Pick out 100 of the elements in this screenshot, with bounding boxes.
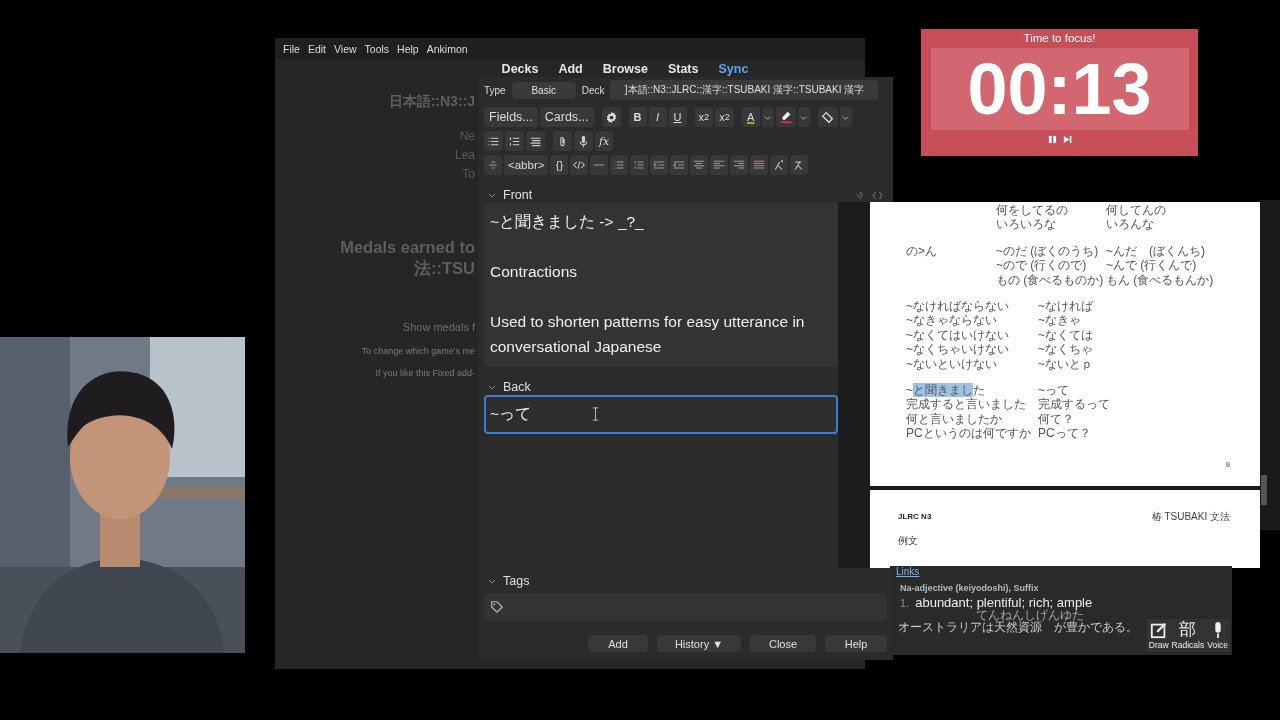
settings-button[interactable] (601, 107, 621, 127)
formula-button[interactable]: fx (595, 131, 614, 151)
note-type-button[interactable]: Basic (511, 81, 576, 99)
caret-icon (800, 113, 808, 121)
collapse-icon[interactable] (488, 577, 496, 585)
furigana: ゆた (1060, 610, 1084, 621)
table-cell-text: ~なければならない (906, 299, 1010, 314)
numbered-list-icon[interactable] (505, 131, 524, 151)
highlighter-icon (778, 110, 793, 124)
bold-button[interactable]: B (628, 107, 647, 127)
draw-button[interactable]: Draw (1147, 621, 1170, 650)
table-cell-text: PCというのは何ですか (906, 426, 1032, 441)
table-cell-text: ~んだ (ぼくんち) (1106, 243, 1206, 259)
example-sentence: オーストラリアは天然資源 が豊かである。 (898, 621, 1138, 634)
section-heading: 例文 (898, 533, 919, 548)
menu-item[interactable]: Tools (364, 42, 390, 55)
table-cell-text: 何をしてるの (996, 203, 1069, 218)
nav-tab[interactable]: Stats (667, 62, 699, 81)
deck-button[interactable]: ]本語::N3::JLRC::漢字::TSUBAKI 漢字::TSUBAKI 漢字 (610, 80, 879, 100)
paperclip-icon[interactable] (553, 131, 572, 151)
table-cell-text: ~ので (行くので) (996, 258, 1088, 273)
table-cell-text: ~と聞きまし た (906, 383, 986, 398)
justify-icon[interactable] (750, 155, 769, 175)
caret-icon (764, 113, 772, 121)
nav-tab[interactable]: Sync (718, 62, 749, 81)
nav-tab[interactable]: Browse (602, 62, 648, 81)
code-icon[interactable] (872, 190, 883, 200)
dialog-button[interactable]: History ▼ (657, 635, 741, 652)
table-cell-text: ~なければ (1038, 299, 1094, 314)
bullet-list-icon[interactable] (484, 131, 503, 151)
tags-field[interactable] (484, 593, 887, 621)
voice-button[interactable]: Voice (1206, 621, 1229, 650)
scrollbar[interactable] (1260, 200, 1280, 530)
table-cell-text: PCって？ (1038, 426, 1092, 441)
ruby-remove-icon[interactable] (790, 155, 809, 175)
collapse-icon[interactable] (488, 383, 496, 391)
page-header: JLRC N3 (898, 512, 932, 522)
table-cell-text: 何してんの (1106, 203, 1167, 218)
underline-button[interactable]: U (668, 107, 687, 127)
menu-item[interactable]: File (283, 42, 300, 55)
dialog-button[interactable]: Add (588, 635, 648, 652)
field-text: ~って (490, 404, 532, 424)
cards-button[interactable]: Cards... (539, 107, 594, 127)
table-cell-text: ~って (1038, 383, 1070, 398)
microphone-icon (1213, 621, 1222, 639)
field-editor[interactable]: ~と聞きました -> _?_ Contractions Used to shorten patterns for easy utterance in conversational Japanese (484, 203, 838, 367)
table-cell-text: の>ん (906, 243, 938, 259)
gloss-text: abundant; plentiful; rich; ample (915, 595, 1093, 610)
tag-icon (490, 600, 504, 614)
table-cell-text: 何と言いましたか (906, 411, 1003, 427)
field-text: conversational Japanese (490, 337, 662, 357)
table-cell-text: ~なくちゃ (1038, 342, 1094, 357)
pause-icon[interactable] (1047, 135, 1057, 144)
align-icon[interactable] (526, 131, 545, 151)
align-center-icon[interactable] (690, 155, 709, 175)
part-of-speech: Na-adjective (keiyodoshi), Suffix (900, 583, 1040, 593)
nav-tab[interactable]: Add (558, 62, 583, 81)
microphone-icon[interactable] (574, 131, 593, 151)
table-cell-text: 完成すると言いました (906, 397, 1027, 412)
sense-number: 1. (900, 597, 910, 609)
field-editor[interactable]: ~って (484, 395, 838, 434)
outdent-icon[interactable] (670, 155, 689, 175)
nav-tab[interactable]: Decks (501, 62, 539, 81)
note-text: If you like this Fixed add- (375, 368, 475, 378)
ruby-icon[interactable] (770, 155, 789, 175)
table-cell-text: いろいろな (996, 217, 1057, 232)
radicals-button[interactable]: 部 Radicals (1170, 621, 1206, 650)
text-color-button[interactable]: A (741, 107, 760, 127)
table-cell-text: 完成するって (1038, 397, 1111, 412)
deck-title: 日本語::N3::J (388, 93, 475, 111)
field-text: Contractions (490, 262, 577, 282)
table-cell-text: もの (食べるものか) (996, 272, 1105, 288)
align-right-icon[interactable] (730, 155, 749, 175)
menu-item[interactable]: Help (397, 42, 419, 55)
menu-item[interactable]: Edit (307, 42, 326, 55)
align-left-icon[interactable] (710, 155, 729, 175)
skip-icon[interactable] (1062, 135, 1072, 144)
indent-icon[interactable] (650, 155, 669, 175)
table-cell-text: ~なきゃならない (906, 313, 998, 328)
highlight-button[interactable] (775, 107, 796, 127)
italic-button[interactable]: I (648, 107, 667, 127)
pin-icon[interactable] (856, 190, 865, 200)
fields-button[interactable]: Fields... (484, 107, 538, 127)
abbr-button[interactable]: <abbr> (504, 155, 549, 175)
dialog-button[interactable]: Help (825, 635, 887, 652)
bullet-list-icon[interactable] (610, 155, 629, 175)
table-cell-text: ~なくちゃいけない (906, 342, 1010, 357)
braces-button[interactable]: {} (550, 155, 569, 175)
table-cell-text: ~ないとｐ (1038, 356, 1094, 372)
menu-item[interactable]: Ankimon (426, 42, 468, 55)
table-cell-text: ~のだ (ぼくのうち) (996, 243, 1100, 259)
field-text: ~と聞きました -> _?_ (490, 212, 644, 232)
dialog-button[interactable]: Close (750, 635, 816, 652)
code-icon[interactable] (570, 155, 589, 175)
eraser-button[interactable] (817, 107, 838, 127)
collapse-icon[interactable] (488, 191, 496, 199)
table-cell-text: いろんな (1106, 217, 1155, 232)
furigana: てんねんしげん (976, 610, 1060, 621)
menu-item[interactable]: View (334, 42, 357, 55)
links-link[interactable]: Links (896, 566, 920, 577)
